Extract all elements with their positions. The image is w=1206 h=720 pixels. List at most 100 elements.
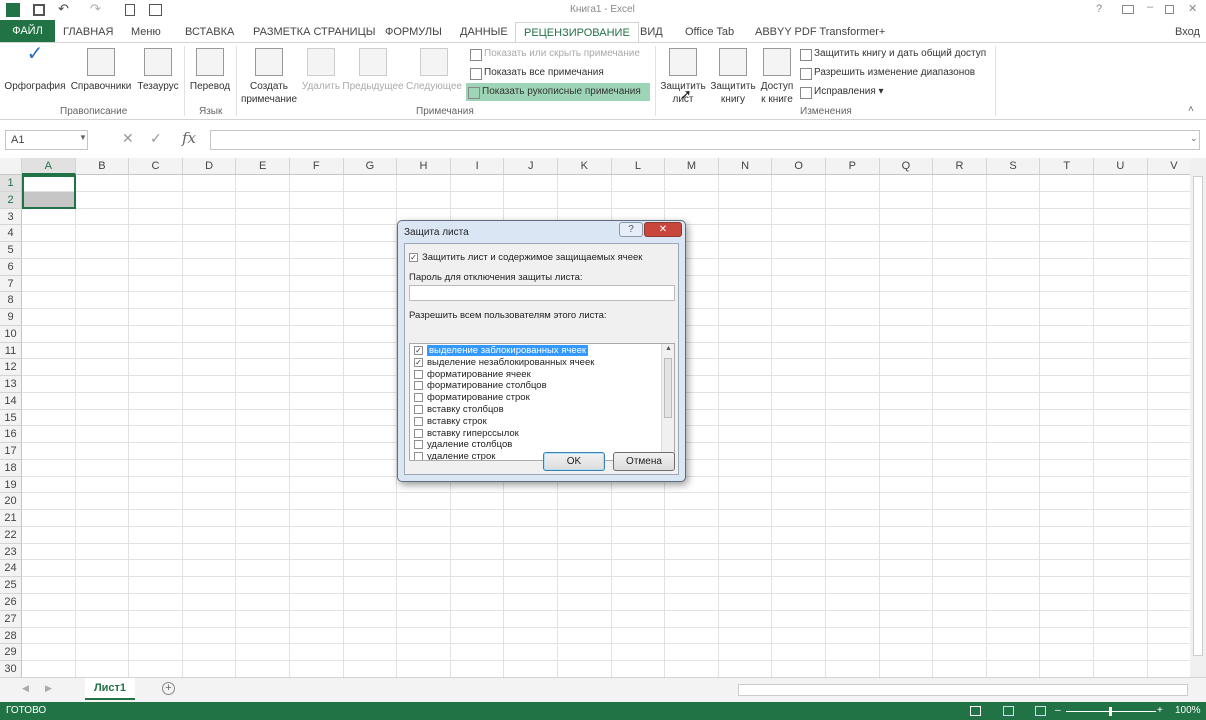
checkbox-icon[interactable] [414, 416, 423, 426]
row-header-1[interactable]: 1 [0, 175, 22, 192]
row-header-4[interactable]: 4 [0, 225, 22, 243]
column-header-C[interactable]: C [129, 158, 183, 175]
column-header-L[interactable]: L [611, 158, 666, 175]
permission-item[interactable]: вставку гиперссылок [410, 428, 662, 440]
close-icon[interactable]: ✕ [1188, 2, 1197, 15]
tab-data[interactable]: ДАННЫЕ [452, 22, 516, 42]
ribbon-display-icon[interactable] [1122, 5, 1134, 14]
row-header-28[interactable]: 28 [0, 627, 22, 645]
help-icon[interactable]: ? [1096, 3, 1102, 15]
column-header-O[interactable]: O [772, 158, 826, 175]
minimize-icon[interactable]: – [1147, 1, 1153, 13]
new-file-icon[interactable] [125, 4, 135, 16]
checkbox-icon[interactable] [414, 452, 423, 460]
checkbox-icon[interactable] [414, 381, 423, 391]
formula-input[interactable] [210, 130, 1200, 150]
checkbox-icon[interactable] [414, 428, 423, 438]
list-scrollbar[interactable]: ▲ ▼ [661, 344, 674, 460]
checkbox-checked-icon[interactable]: ✓ [414, 357, 423, 367]
column-header-H[interactable]: H [397, 158, 451, 175]
select-all-corner[interactable] [0, 158, 22, 175]
row-header-3[interactable]: 3 [0, 208, 22, 226]
row-header-29[interactable]: 29 [0, 644, 22, 662]
zoom-out-icon[interactable]: – [1055, 702, 1061, 720]
row-header-18[interactable]: 18 [0, 459, 22, 477]
row-header-23[interactable]: 23 [0, 543, 22, 561]
row-header-8[interactable]: 8 [0, 292, 22, 310]
column-header-Q[interactable]: Q [879, 158, 934, 175]
column-header-P[interactable]: P [826, 158, 880, 175]
column-header-B[interactable]: B [75, 158, 130, 175]
column-header-M[interactable]: M [665, 158, 719, 175]
row-header-20[interactable]: 20 [0, 493, 22, 511]
vertical-scrollbar[interactable] [1190, 158, 1206, 677]
tab-review[interactable]: РЕЦЕНЗИРОВАНИЕ [515, 22, 639, 42]
scroll-up-icon[interactable]: ▲ [665, 345, 672, 352]
translate-button[interactable]: Перевод [187, 48, 233, 93]
research-button[interactable]: Справочники [68, 48, 134, 93]
column-header-U[interactable]: U [1094, 158, 1148, 175]
permission-item[interactable]: форматирование столбцов [410, 380, 662, 392]
allow-edit-ranges-button[interactable]: Разрешить изменение диапазонов [798, 64, 975, 82]
cancel-entry-icon[interactable]: ✕ [122, 130, 134, 147]
sheet-tab-list1[interactable]: Лист1 [85, 678, 135, 700]
column-header-D[interactable]: D [182, 158, 237, 175]
protect-and-share-button[interactable]: Защитить книгу и дать общий доступ [798, 45, 986, 63]
new-comment-button[interactable]: Создать примечание [238, 48, 300, 106]
show-hide-comment-button[interactable]: Показать или скрыть примечание [468, 45, 640, 63]
page-layout-icon[interactable] [1003, 706, 1014, 716]
password-input[interactable] [409, 285, 675, 301]
permissions-list[interactable]: ✓ выделение заблокированных ячеек ✓ выделен… [409, 343, 675, 461]
show-ink-button[interactable]: Показать рукописные примечания [466, 83, 650, 101]
column-header-I[interactable]: I [450, 158, 505, 175]
help-button[interactable]: ? [619, 222, 643, 237]
tab-office-tab[interactable]: Office Tab [677, 22, 742, 42]
undo-icon[interactable]: ↶ [58, 1, 69, 17]
scroll-left-icon[interactable]: ◀ [22, 683, 29, 694]
dialog-close-button[interactable]: ✕ [644, 222, 682, 237]
row-header-19[interactable]: 19 [0, 476, 22, 494]
tab-menu[interactable]: Меню [123, 22, 169, 42]
form-icon[interactable] [149, 4, 162, 16]
thesaurus-button[interactable]: Тезаурус [135, 48, 181, 93]
permission-item[interactable]: форматирование ячеек [410, 369, 662, 381]
spelling-button[interactable]: ✓ Орфография [4, 44, 66, 93]
column-header-E[interactable]: E [236, 158, 290, 175]
checkbox-icon[interactable] [414, 393, 423, 403]
sign-in-link[interactable]: Вход [1175, 22, 1200, 42]
normal-view-icon[interactable] [970, 706, 981, 716]
delete-comment-button[interactable]: Удалить [300, 48, 342, 93]
previous-comment-button[interactable]: Предыдущее [342, 48, 404, 93]
row-header-15[interactable]: 15 [0, 409, 22, 427]
column-header-A[interactable]: A [22, 158, 76, 175]
row-header-5[interactable]: 5 [0, 242, 22, 259]
permission-item[interactable]: ✓ выделение незаблокированных ячеек [410, 357, 662, 369]
tab-formulas[interactable]: ФОРМУЛЫ [377, 22, 450, 42]
cancel-button[interactable]: Отмена [613, 452, 675, 471]
column-header-V[interactable]: V [1147, 158, 1190, 175]
column-header-J[interactable]: J [504, 158, 558, 175]
selected-range-a1-a2[interactable] [22, 175, 76, 209]
row-header-10[interactable]: 10 [0, 325, 22, 343]
column-header-T[interactable]: T [1040, 158, 1094, 175]
tab-file[interactable]: ФАЙЛ [0, 20, 55, 42]
row-header-25[interactable]: 25 [0, 577, 22, 594]
name-box[interactable]: A1 [5, 130, 88, 150]
row-header-30[interactable]: 30 [0, 661, 22, 677]
row-header-22[interactable]: 22 [0, 526, 22, 544]
save-icon[interactable] [33, 4, 45, 16]
row-header-9[interactable]: 9 [0, 309, 22, 326]
checkbox-icon[interactable] [414, 440, 423, 450]
row-header-26[interactable]: 26 [0, 594, 22, 611]
expand-formula-icon[interactable]: ⌄ [1190, 133, 1198, 144]
restore-icon[interactable] [1165, 5, 1174, 14]
zoom-level[interactable]: 100% [1175, 702, 1201, 720]
permission-item[interactable]: вставку строк [410, 416, 662, 428]
column-header-G[interactable]: G [343, 158, 398, 175]
insert-function-icon[interactable]: fx [182, 129, 196, 147]
next-comment-button[interactable]: Следующее [405, 48, 463, 93]
row-header-17[interactable]: 17 [0, 443, 22, 460]
checkbox-icon[interactable] [414, 404, 423, 414]
zoom-slider-thumb[interactable] [1109, 707, 1112, 716]
tab-page-layout[interactable]: РАЗМЕТКА СТРАНИЦЫ [245, 22, 383, 42]
